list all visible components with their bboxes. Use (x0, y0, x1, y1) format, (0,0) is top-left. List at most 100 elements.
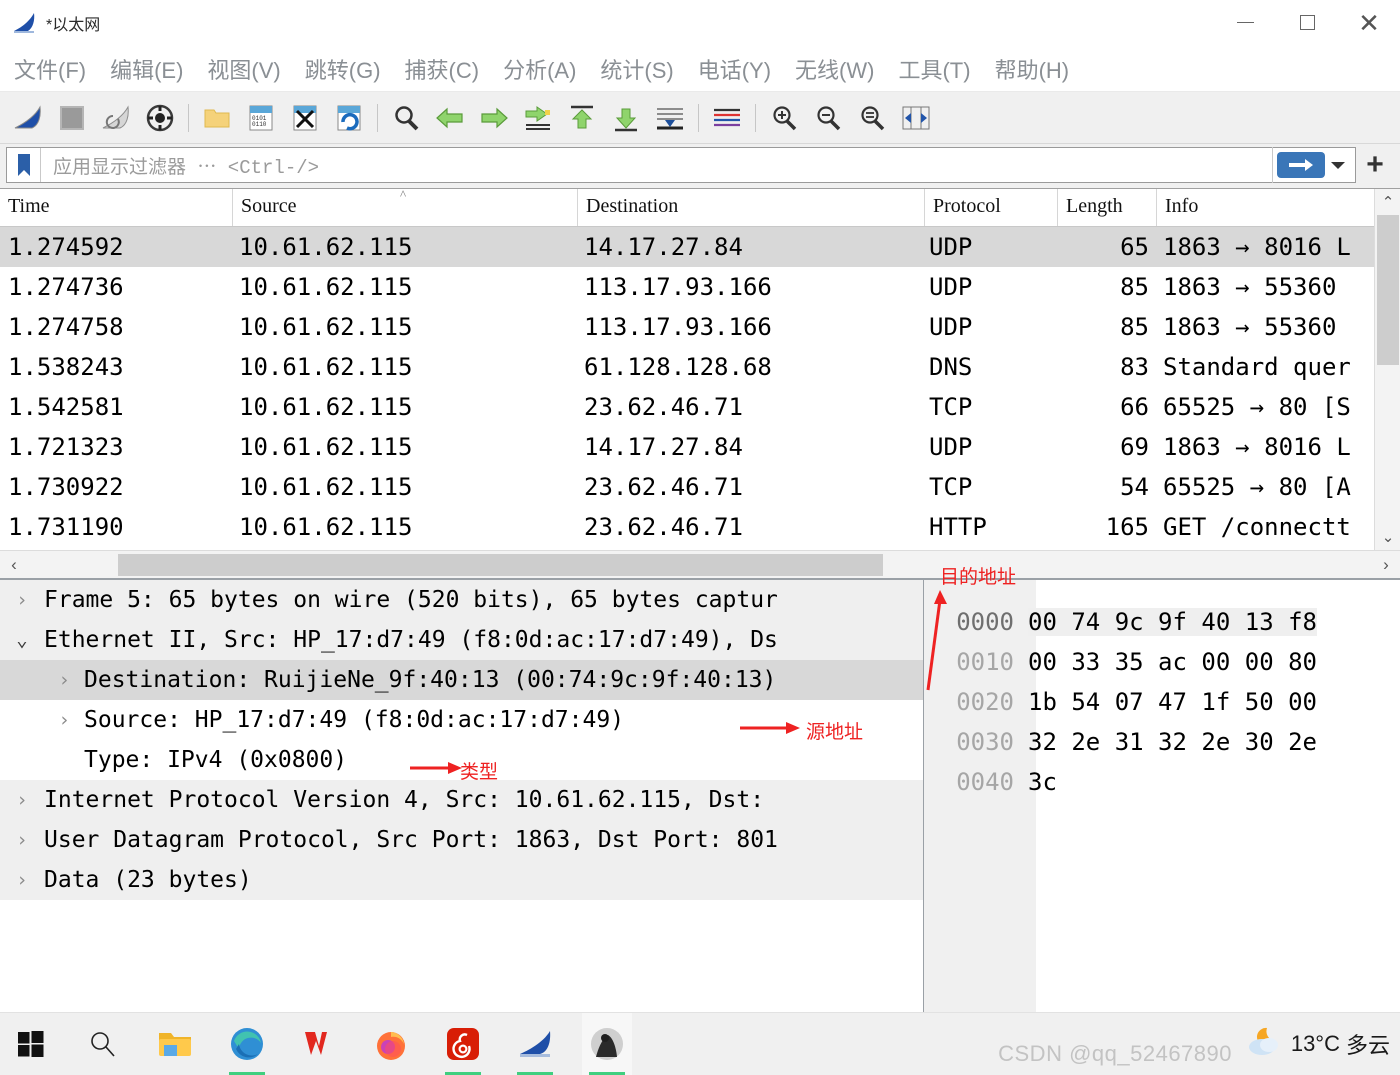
go-last-packet-icon[interactable] (604, 96, 648, 140)
filter-input-container[interactable]: 应用显示过滤器 ⋯ <Ctrl-/> (6, 147, 1356, 183)
running-indicator (589, 1071, 625, 1075)
scroll-right-icon[interactable]: › (1372, 551, 1400, 579)
cell-info: 65525 → 80 [S (1163, 393, 1351, 421)
column-header-time[interactable]: Time (0, 189, 233, 226)
menu-file[interactable]: 文件(F) (14, 53, 86, 85)
packet-list-vertical-scrollbar[interactable]: ⌃ ⌄ (1374, 189, 1400, 550)
cell-source: 10.61.62.115 (239, 313, 413, 341)
cell-destination: 23.62.46.71 (584, 473, 743, 501)
cell-protocol: DNS (929, 353, 973, 381)
menu-capture[interactable]: 捕获(C) (405, 53, 480, 85)
save-file-icon[interactable]: 0101 0110 (239, 96, 283, 140)
table-row[interactable]: 1.730922 10.61.62.115 23.62.46.71 TCP 54… (0, 467, 1400, 507)
auto-scroll-icon[interactable] (648, 96, 692, 140)
go-forward-icon[interactable] (472, 96, 516, 140)
table-row[interactable]: 1.274758 10.61.62.115 113.17.93.166 UDP … (0, 307, 1400, 347)
cell-time: 1.730922 (8, 473, 124, 501)
open-file-icon[interactable] (195, 96, 239, 140)
cell-source: 10.61.62.115 (239, 393, 413, 421)
go-to-packet-icon[interactable] (516, 96, 560, 140)
cell-time: 1.542581 (8, 393, 124, 421)
packet-list-horizontal-scrollbar[interactable]: ‹ › (0, 550, 1400, 578)
scroll-up-icon[interactable]: ⌃ (1375, 189, 1400, 215)
menu-bar: 文件(F) 编辑(E) 视图(V) 跳转(G) 捕获(C) 分析(A) 统计(S… (0, 46, 1400, 92)
menu-telephony[interactable]: 电话(Y) (698, 53, 771, 85)
table-row[interactable]: 1.721323 10.61.62.115 14.17.27.84 UDP 69… (0, 427, 1400, 467)
colorize-icon[interactable] (705, 96, 749, 140)
cell-length: 165 (1105, 513, 1149, 541)
scrollbar-thumb[interactable] (118, 554, 883, 576)
toolbar-separator (377, 103, 378, 132)
running-indicator (229, 1071, 265, 1075)
wireshark-shark-fin-icon (12, 10, 38, 36)
cell-length: 65 (1120, 233, 1149, 261)
table-row[interactable]: 1.274592 10.61.62.115 14.17.27.84 UDP 65… (0, 227, 1400, 267)
menu-tools[interactable]: 工具(T) (898, 53, 970, 85)
watermark: CSDN @qq_52467890 (998, 1041, 1232, 1066)
cell-length: 54 (1120, 473, 1149, 501)
cell-info: 1863 → 8016 L (1163, 433, 1351, 461)
menu-wireless[interactable]: 无线(W) (795, 53, 874, 85)
find-packet-icon[interactable] (384, 96, 428, 140)
close-button[interactable]: ✕ (1338, 0, 1400, 46)
table-row[interactable]: 1.538243 10.61.62.115 61.128.128.68 DNS … (0, 347, 1400, 387)
cell-protocol: UDP (929, 273, 973, 301)
cell-info: 1863 → 55360 (1163, 313, 1337, 341)
minimize-button[interactable] (1214, 0, 1276, 46)
toolbar-separator (755, 103, 756, 132)
stop-capture-icon[interactable] (50, 96, 94, 140)
cell-info: GET /connectt (1163, 513, 1351, 541)
cell-source: 10.61.62.115 (239, 233, 413, 261)
close-file-icon[interactable] (283, 96, 327, 140)
running-indicator (445, 1071, 481, 1075)
menu-analyze[interactable]: 分析(A) (503, 53, 576, 85)
cell-protocol: UDP (929, 233, 973, 261)
maximize-button[interactable] (1276, 0, 1338, 46)
scroll-down-icon[interactable]: ⌄ (1375, 524, 1400, 550)
table-row[interactable]: 1.542581 10.61.62.115 23.62.46.71 TCP 66… (0, 387, 1400, 427)
zoom-reset-icon[interactable] (850, 96, 894, 140)
table-row[interactable]: 1.731190 10.61.62.115 23.62.46.71 HTTP 1… (0, 507, 1400, 547)
go-first-packet-icon[interactable] (560, 96, 604, 140)
column-header-info[interactable]: Info (1157, 189, 1400, 226)
cell-length: 69 (1120, 433, 1149, 461)
menu-edit[interactable]: 编辑(E) (110, 53, 183, 85)
table-row[interactable]: 1.274736 10.61.62.115 113.17.93.166 UDP … (0, 267, 1400, 307)
cell-destination: 113.17.93.166 (584, 273, 772, 301)
cell-destination: 113.17.93.166 (584, 313, 772, 341)
column-header-destination[interactable]: Destination (578, 189, 925, 226)
display-filter-bar: 应用显示过滤器 ⋯ <Ctrl-/> + (0, 144, 1400, 188)
scrollbar-thumb[interactable] (1377, 215, 1399, 365)
column-header-length[interactable]: Length (1058, 189, 1157, 226)
cell-length: 85 (1120, 313, 1149, 341)
toolbar-separator (188, 103, 189, 132)
reload-file-icon[interactable] (327, 96, 371, 140)
chevron-down-icon[interactable] (1325, 152, 1351, 178)
restart-capture-icon[interactable] (94, 96, 138, 140)
cell-destination: 14.17.27.84 (584, 233, 743, 261)
main-toolbar: 0101 0110 (0, 92, 1400, 144)
zoom-out-icon[interactable] (806, 96, 850, 140)
bookmark-icon[interactable] (7, 148, 41, 182)
search-input[interactable]: 应用显示过滤器 ⋯ <Ctrl-/> (41, 152, 1272, 179)
cell-info: 65525 → 80 [A (1163, 473, 1351, 501)
window-controls: ✕ (1214, 0, 1400, 46)
menu-statistics[interactable]: 统计(S) (600, 53, 673, 85)
menu-view[interactable]: 视图(V) (207, 53, 280, 85)
menu-go[interactable]: 跳转(G) (305, 53, 381, 85)
zoom-in-icon[interactable] (762, 96, 806, 140)
apply-filter-arrow-icon[interactable] (1277, 152, 1325, 178)
resize-columns-icon[interactable] (894, 96, 938, 140)
annotation-arrows (410, 590, 947, 774)
start-capture-icon[interactable] (6, 96, 50, 140)
packet-list-header: Time Source Destination Protocol Length … (0, 189, 1400, 227)
capture-options-icon[interactable] (138, 96, 182, 140)
scroll-left-icon[interactable]: ‹ (0, 551, 28, 579)
cell-source: 10.61.62.115 (239, 353, 413, 381)
svg-text:0110: 0110 (252, 121, 267, 128)
column-header-protocol[interactable]: Protocol (925, 189, 1058, 226)
cell-time: 1.274758 (8, 313, 124, 341)
menu-help[interactable]: 帮助(H) (995, 53, 1070, 85)
add-filter-button[interactable]: + (1356, 146, 1394, 184)
go-back-icon[interactable] (428, 96, 472, 140)
